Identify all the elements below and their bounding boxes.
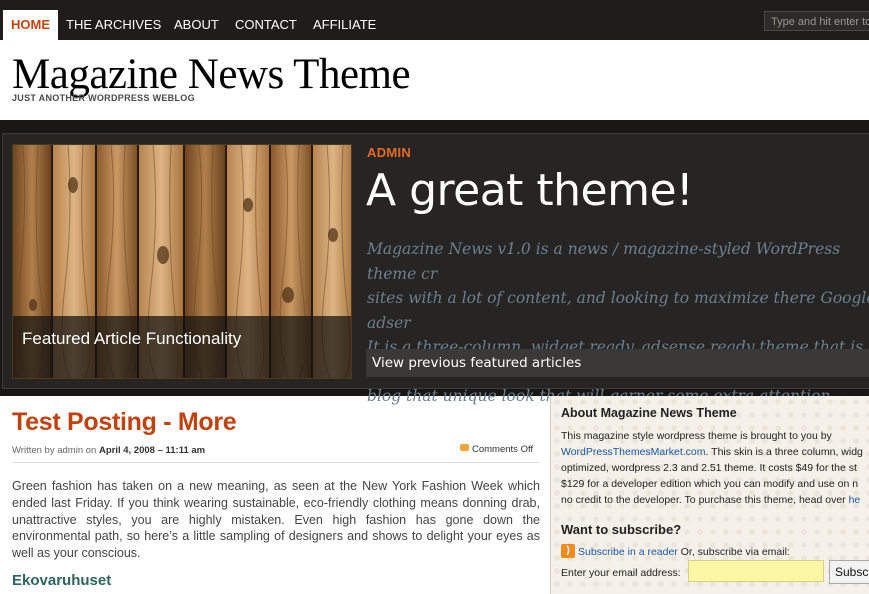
sidebar: About Magazine News Theme This magazine … <box>550 396 869 594</box>
nav-about[interactable]: ABOUT <box>174 10 219 40</box>
comments-label: Comments Off <box>472 444 534 455</box>
view-previous-featured-link[interactable]: View previous featured articles <box>366 349 869 377</box>
top-nav: HOME THE ARCHIVES ABOUT CONTACT AFFILIAT… <box>0 0 869 40</box>
site-tagline: JUST ANOTHER WORDPRESS WEBLOG <box>12 93 195 103</box>
post-meta-prefix: Written by admin on <box>12 445 99 456</box>
site-title[interactable]: Magazine News Theme <box>12 50 411 99</box>
featured-image[interactable]: Featured Article Functionality <box>12 144 352 379</box>
about-line1: This magazine style wordpress theme is b… <box>561 430 832 442</box>
nav-archives[interactable]: THE ARCHIVES <box>66 10 161 40</box>
post-body: Green fashion has taken on a new meaning… <box>12 479 540 561</box>
email-input[interactable] <box>688 560 824 582</box>
email-label: Enter your email address: <box>561 567 681 579</box>
post-meta: Written by admin on April 4, 2008 – 11:1… <box>12 445 205 456</box>
wpthemesmarket-link[interactable]: WordPressThemesMarket.com <box>561 446 706 458</box>
comment-icon <box>460 444 469 451</box>
subscribe-button[interactable]: Subsc <box>829 560 869 584</box>
nav-contact[interactable]: CONTACT <box>235 10 297 40</box>
featured-author[interactable]: ADMIN <box>367 145 411 160</box>
post-title[interactable]: Test Posting - More <box>12 408 237 437</box>
purchase-link[interactable]: he <box>849 494 861 506</box>
featured-caption: Featured Article Functionality <box>22 329 242 348</box>
rss-suffix: Or, subscribe via email: <box>677 545 790 558</box>
rss-row: ) Subscribe in a reader Or, subscribe via… <box>561 544 790 559</box>
site-header: Magazine News Theme JUST ANOTHER WORDPRE… <box>0 40 869 120</box>
featured-excerpt: Magazine News v1.0 is a news / magazine-… <box>367 240 869 405</box>
search-input[interactable]: Type and hit enter to <box>764 11 869 31</box>
about-widget-text: This magazine style wordpress theme is b… <box>561 428 869 508</box>
nav-affiliate[interactable]: AFFILIATE <box>313 10 376 40</box>
featured-title[interactable]: A great theme! <box>366 165 694 216</box>
about-widget-title: About Magazine News Theme <box>561 406 737 420</box>
subscribe-reader-link[interactable]: Subscribe in a reader <box>578 546 678 558</box>
nav-home[interactable]: HOME <box>3 10 58 40</box>
post-divider <box>12 462 540 463</box>
post-date: April 4, 2008 – 11:11 am <box>98 445 206 456</box>
rss-icon[interactable]: ) <box>561 544 575 558</box>
comments-link[interactable]: Comments Off <box>460 444 533 455</box>
post-subheading: Ekovaruhuset <box>12 572 112 589</box>
subscribe-title: Want to subscribe? <box>561 522 682 537</box>
